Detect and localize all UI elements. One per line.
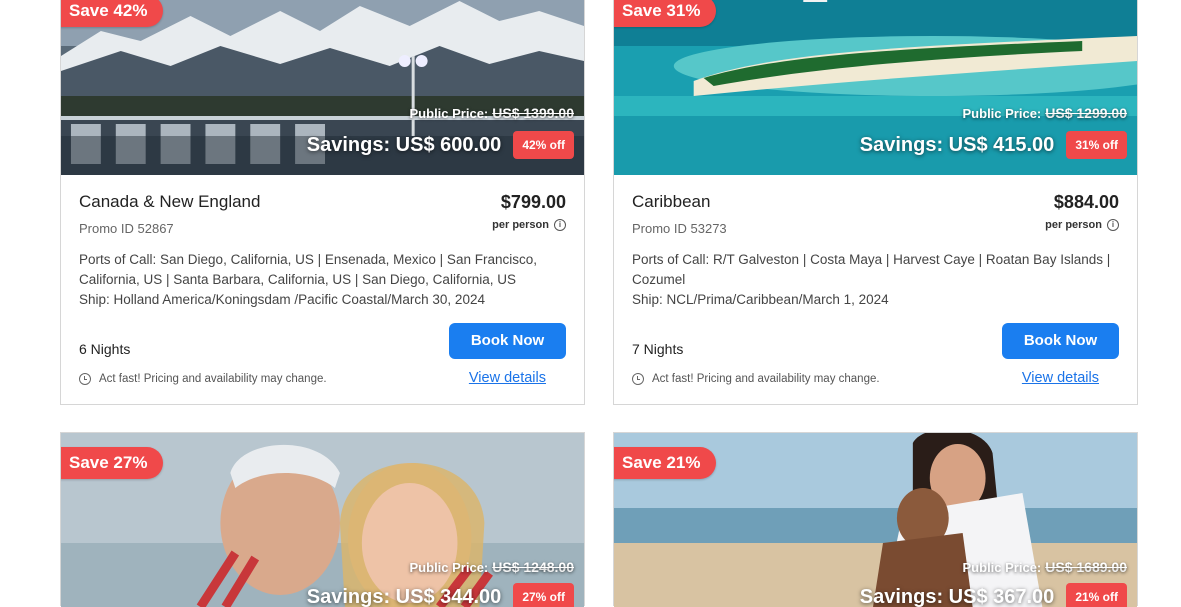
discount-badge: 42% off: [513, 131, 574, 159]
cruise-image[interactable]: Save 42% Public Price:US$ 1399.00 Saving…: [61, 0, 584, 175]
nights: 6 Nights: [79, 341, 130, 357]
public-price-label: Public Price:: [963, 560, 1042, 575]
public-price-label: Public Price:: [963, 106, 1042, 121]
promo-id: Promo ID 53273: [632, 221, 727, 236]
cruise-image[interactable]: Save 21% Public Price:US$ 1689.00 Saving…: [614, 433, 1137, 607]
price: $884.00: [1054, 192, 1119, 213]
cruise-details: Ports of Call: San Diego, California, US…: [79, 250, 566, 310]
clock-icon: [79, 373, 91, 385]
card-body: Caribbean $884.00 Promo ID 53273 per per…: [614, 175, 1137, 405]
public-price: Public Price:US$ 1299.00: [963, 105, 1127, 121]
act-fast-notice: Act fast! Pricing and availability may c…: [632, 373, 880, 385]
act-fast-notice: Act fast! Pricing and availability may c…: [79, 373, 327, 385]
savings-row: Savings: US$ 600.00 42% off: [307, 131, 574, 159]
save-badge: Save 21%: [614, 447, 716, 479]
per-person: per person i: [1045, 219, 1119, 231]
cruise-card: Save 21% Public Price:US$ 1689.00 Saving…: [613, 432, 1138, 606]
clock-icon: [632, 373, 644, 385]
act-fast-text: Act fast! Pricing and availability may c…: [99, 373, 327, 385]
savings-amount: Savings: US$ 344.00: [307, 586, 502, 607]
destination-title: Canada & New England: [79, 192, 260, 212]
view-details-link[interactable]: View details: [1022, 370, 1099, 386]
ports-of-call: Ports of Call: San Diego, California, US…: [79, 250, 566, 290]
public-price-value: US$ 1299.00: [1045, 105, 1127, 121]
ship-info: Ship: NCL/Prima/Caribbean/March 1, 2024: [632, 290, 1119, 310]
price: $799.00: [501, 192, 566, 213]
discount-badge: 31% off: [1066, 131, 1127, 159]
save-badge: Save 27%: [61, 447, 163, 479]
savings-row: Savings: US$ 367.00 21% off: [860, 583, 1127, 607]
save-badge: Save 42%: [61, 0, 163, 27]
public-price: Public Price:US$ 1689.00: [963, 559, 1127, 575]
public-price-value: US$ 1399.00: [492, 105, 574, 121]
public-price: Public Price:US$ 1248.00: [410, 559, 574, 575]
cruise-card: Save 31% Public Price:US$ 1299.00 Saving…: [613, 0, 1138, 405]
savings-row: Savings: US$ 344.00 27% off: [307, 583, 574, 607]
act-fast-text: Act fast! Pricing and availability may c…: [652, 373, 880, 385]
book-now-button[interactable]: Book Now: [1002, 323, 1119, 359]
nights: 7 Nights: [632, 341, 683, 357]
cruise-image[interactable]: Save 31% Public Price:US$ 1299.00 Saving…: [614, 0, 1137, 175]
save-badge: Save 31%: [614, 0, 716, 27]
per-person-label: per person: [492, 219, 549, 231]
ports-of-call: Ports of Call: R/T Galveston | Costa May…: [632, 250, 1119, 290]
discount-badge: 21% off: [1066, 583, 1127, 607]
book-now-button[interactable]: Book Now: [449, 323, 566, 359]
promo-id: Promo ID 52867: [79, 221, 174, 236]
public-price-value: US$ 1248.00: [492, 559, 574, 575]
public-price-value: US$ 1689.00: [1045, 559, 1127, 575]
info-icon[interactable]: i: [1107, 219, 1119, 231]
cruise-image[interactable]: Save 27% Public Price:US$ 1248.00 Saving…: [61, 433, 584, 607]
savings-amount: Savings: US$ 367.00: [860, 586, 1055, 607]
savings-amount: Savings: US$ 600.00: [307, 134, 502, 157]
view-details-link[interactable]: View details: [469, 370, 546, 386]
cruise-details: Ports of Call: R/T Galveston | Costa May…: [632, 250, 1119, 310]
savings-row: Savings: US$ 415.00 31% off: [860, 131, 1127, 159]
per-person: per person i: [492, 219, 566, 231]
card-body: Canada & New England $799.00 Promo ID 52…: [61, 175, 584, 405]
cruise-card: Save 27% Public Price:US$ 1248.00 Saving…: [60, 432, 585, 606]
discount-badge: 27% off: [513, 583, 574, 607]
cruise-card: Save 42% Public Price:US$ 1399.00 Saving…: [60, 0, 585, 405]
public-price-label: Public Price:: [410, 106, 489, 121]
destination-title: Caribbean: [632, 192, 710, 212]
info-icon[interactable]: i: [554, 219, 566, 231]
public-price: Public Price:US$ 1399.00: [410, 105, 574, 121]
public-price-label: Public Price:: [410, 560, 489, 575]
savings-amount: Savings: US$ 415.00: [860, 134, 1055, 157]
ship-info: Ship: Holland America/Koningsdam /Pacifi…: [79, 290, 566, 310]
per-person-label: per person: [1045, 219, 1102, 231]
